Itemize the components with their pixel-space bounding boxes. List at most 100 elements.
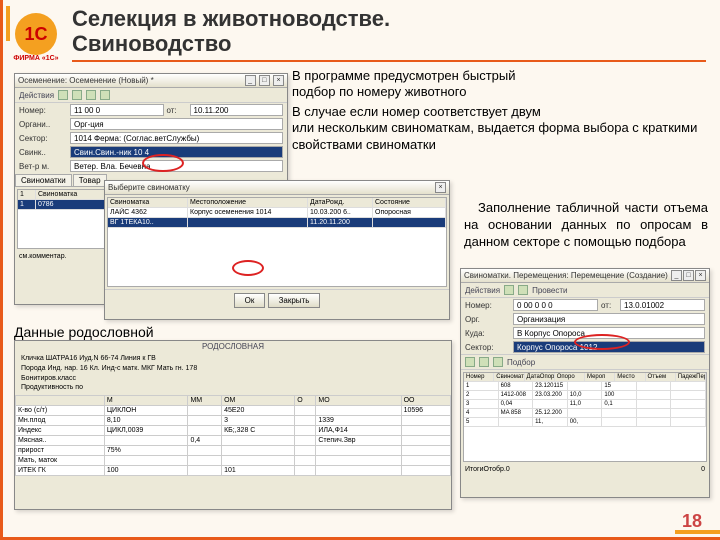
w2-sector-l: Сектор: xyxy=(465,343,510,352)
popup-title: Выберите свиноматку xyxy=(108,183,190,192)
popup-h4: Состояние xyxy=(373,198,446,207)
table-row[interactable]: 160823.12011515 xyxy=(464,382,706,391)
table-row: ИндексЦИКЛ,0039КБ;,328 СИЛА,Ф14 xyxy=(16,426,451,436)
print-icon[interactable] xyxy=(72,90,82,100)
w2-pick[interactable]: Подбор xyxy=(507,358,535,367)
close-icon[interactable]: × xyxy=(273,75,284,86)
w1-tab-sows[interactable]: Свиноматки xyxy=(15,174,72,186)
help-icon[interactable] xyxy=(100,90,110,100)
popup-h2: Местоположение xyxy=(188,198,308,207)
title-underline xyxy=(72,60,706,62)
w1-titlebar[interactable]: Осеменение: Осеменение (Новый) * _ □ × xyxy=(15,74,287,88)
w1-number-field[interactable]: 11 00 0 xyxy=(70,104,164,116)
w2-grid[interactable]: НомерСвиноматДатаОпорОпороМеропМестоОтъе… xyxy=(463,372,707,462)
pedigree-window: РОДОСЛОВНАЯ Кличка ШАТРА16 Иуд.N 66-74 Л… xyxy=(14,340,452,510)
logo-1c: 1С ФИРМА «1С» xyxy=(10,8,62,60)
minimize-icon[interactable]: _ xyxy=(245,75,256,86)
w2-toolbar: Действия Провести xyxy=(461,283,709,298)
w2-footer-l: ИтогиОтобр.0 xyxy=(465,466,510,473)
table-row[interactable]: 21412-00823.03.20010,0100 xyxy=(464,391,706,400)
transfer-window: Свиноматки. Перемещения: Перемещение (Со… xyxy=(460,268,710,498)
page-number: 18 xyxy=(682,511,702,532)
w2-col: Свиномат xyxy=(494,373,524,381)
w1-vet-field[interactable]: Ветер. Вла. Бечевна xyxy=(70,160,283,172)
w2-titlebar[interactable]: Свиноматки. Перемещения: Перемещение (Со… xyxy=(461,269,709,283)
slide-title: Селекция в животноводстве. Свиноводство xyxy=(72,6,390,57)
w2-from-f[interactable]: 13.0.01002 xyxy=(620,299,705,311)
logo-circle-icon: 1С xyxy=(15,13,57,55)
ped-col: ОМ xyxy=(222,396,295,406)
table-row[interactable]: 4MA 85825.12.200 xyxy=(464,409,706,418)
w1-toolbar: Действия xyxy=(15,88,287,103)
w2-org-l: Орг. xyxy=(465,315,510,324)
ped-col: ММ xyxy=(188,396,222,406)
w2-col: Номер xyxy=(464,373,494,381)
save-icon[interactable] xyxy=(58,90,68,100)
w2-max-icon[interactable]: □ xyxy=(683,270,694,281)
popup-titlebar[interactable]: Выберите свиноматку × xyxy=(105,181,449,195)
w2-add-icon[interactable] xyxy=(465,357,475,367)
w1-org-field[interactable]: Орг-ция xyxy=(70,118,283,130)
w1-date-field[interactable]: 10.11.200 xyxy=(190,104,284,116)
w2-col: Место xyxy=(615,373,645,381)
table-row: К-во (с/т)ЦИКЛОН45E2010596 xyxy=(16,406,451,416)
pedigree-table: МММОМОМОООК-во (с/т)ЦИКЛОН45E2010596Мн.п… xyxy=(15,395,451,476)
logo-subtext: ФИРМА «1С» xyxy=(13,55,58,62)
w1-title-text: Осеменение: Осеменение (Новый) * xyxy=(18,76,154,85)
popup-r1c2: Корпус осеменения 1014 xyxy=(188,208,308,217)
ped-col: М xyxy=(104,396,188,406)
ped-col: ОО xyxy=(401,396,450,406)
table-row[interactable]: 30,0411,00,1 xyxy=(464,400,706,409)
table-row: прирост75% xyxy=(16,446,451,456)
table-row: ИТЕК ГК100101 xyxy=(16,466,451,476)
ped-head-l2: Бонитиров.класс xyxy=(21,374,445,384)
ped-col: О xyxy=(295,396,316,406)
select-sow-popup: Выберите свиноматку × Свиноматка Местопо… xyxy=(104,180,450,320)
w1-sector-label: Сектор: xyxy=(19,134,67,143)
toolbar-actions[interactable]: Действия xyxy=(19,91,54,100)
popup-grid[interactable]: Свиноматка Местоположение ДатаРожд. Сост… xyxy=(107,197,447,287)
popup-h1: Свиноматка xyxy=(108,198,188,207)
w2-title: Свиноматки. Перемещения: Перемещение (Со… xyxy=(464,271,668,280)
w2-submit[interactable]: Провести xyxy=(532,286,567,295)
w1-sow-field[interactable]: Свин.Свин.-ник 10 4 xyxy=(70,146,283,158)
popup-buttons: Ок Закрыть xyxy=(105,289,449,311)
w2-col: Отъем xyxy=(646,373,676,381)
w2-print-icon[interactable] xyxy=(518,285,528,295)
w2-where-l: Куда: xyxy=(465,329,510,338)
popup-r1c3: 10.03.200 6.. xyxy=(308,208,373,217)
w2-save-icon[interactable] xyxy=(504,285,514,295)
w2-num-f[interactable]: 0 00 0 0 0 xyxy=(513,299,598,311)
popup-r2c2 xyxy=(188,218,308,227)
w2-col: Опоро xyxy=(555,373,585,381)
w1-date-label: от: xyxy=(167,106,187,115)
w1-grid-r1c1: 1 xyxy=(18,200,36,209)
w1-tab-goods[interactable]: Товар xyxy=(73,174,107,186)
w1-sector-field[interactable]: 1014 Ферма: (Соглас.ветСлужбы) xyxy=(70,132,283,144)
popup-ok-button[interactable]: Ок xyxy=(234,293,266,308)
p1-first: В программе предусмотрен быстрый xyxy=(292,68,516,83)
w2-org-f[interactable]: Организация xyxy=(513,313,705,325)
w2-min-icon[interactable]: _ xyxy=(671,270,682,281)
p1-rest: подбор по номеру животного xyxy=(292,84,466,99)
w2-col: ДатаОпор xyxy=(525,373,555,381)
w2-actions[interactable]: Действия xyxy=(465,286,500,295)
table-row: Мать, маток xyxy=(16,456,451,466)
w1-number-label: Номер: xyxy=(19,106,67,115)
paragraph-2: В случае если номер соответствует двум и… xyxy=(292,104,706,153)
w1-sow-label: Свинк.. xyxy=(19,148,67,157)
w2-where-f[interactable]: В Корпус Опороса xyxy=(513,327,705,339)
w2-close-icon[interactable]: × xyxy=(695,270,706,281)
w2-footer-r: 0 xyxy=(701,466,705,473)
w2-sector-f[interactable]: Корпус Опороса 1012 xyxy=(513,341,705,353)
maximize-icon[interactable]: □ xyxy=(259,75,270,86)
refresh-icon[interactable] xyxy=(86,90,96,100)
popup-close-icon[interactable]: × xyxy=(435,182,446,193)
table-row[interactable]: 511,00, xyxy=(464,418,706,427)
w2-edit-icon[interactable] xyxy=(493,357,503,367)
popup-r2c3: 11.20.11.200 xyxy=(308,218,373,227)
popup-cancel-button[interactable]: Закрыть xyxy=(268,293,321,308)
ped-head-l3: Продуктивность по xyxy=(21,383,445,393)
w2-del-icon[interactable] xyxy=(479,357,489,367)
paragraph-3: Заполнение табличной части отъема на осн… xyxy=(464,200,708,251)
